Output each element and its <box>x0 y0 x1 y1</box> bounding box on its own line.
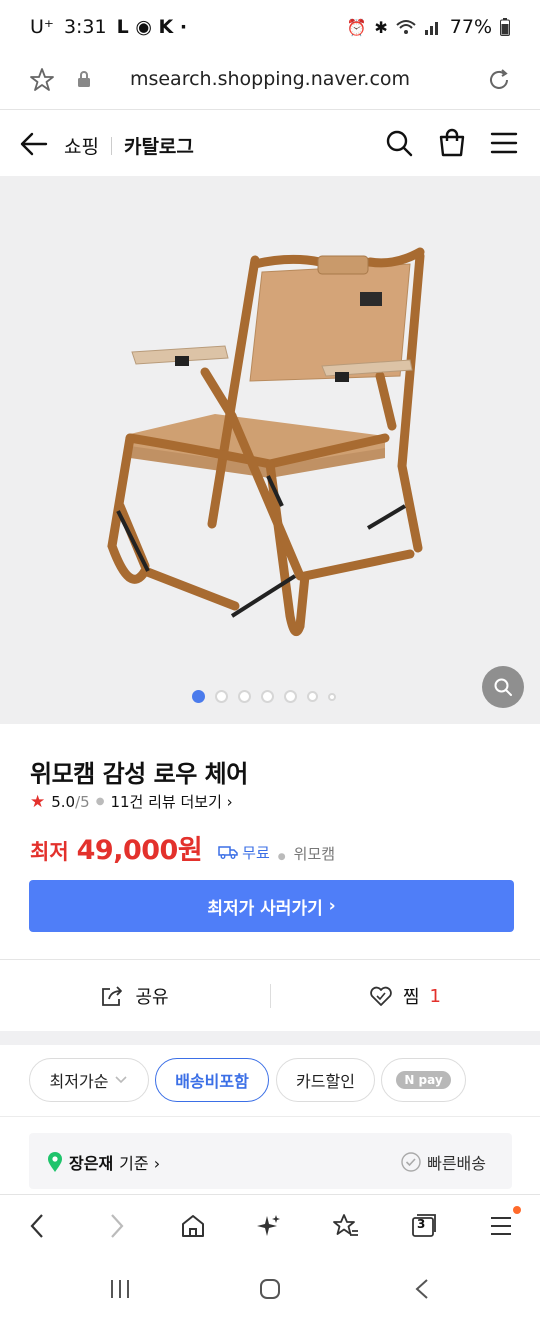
share-button[interactable]: 공유 <box>0 960 270 1032</box>
product-title: 위모캠 감성 로우 체어 <box>30 760 248 788</box>
tabs-count: 3 <box>417 1217 426 1231</box>
browser-url-bar: msearch.shopping.naver.com <box>0 56 540 110</box>
wish-button[interactable]: 찜 1 <box>270 960 540 1032</box>
location-suffix: 기준 › <box>119 1154 161 1173</box>
gallery-dot[interactable] <box>307 691 318 702</box>
shopping-link[interactable]: 쇼핑 <box>64 132 99 159</box>
tabs-button[interactable]: 3 <box>407 1209 441 1243</box>
product-image-chair <box>107 247 425 637</box>
heart-icon <box>370 986 392 1006</box>
ai-sparkle-button[interactable] <box>252 1209 286 1243</box>
share-icon <box>102 986 123 1006</box>
filter-card-discount[interactable]: 카드할인 <box>276 1058 375 1102</box>
mall-name[interactable]: 위모캠 <box>294 843 335 864</box>
system-home-icon[interactable] <box>259 1278 281 1300</box>
star-list-icon <box>333 1214 358 1236</box>
browser-bottom-nav: 3 <box>0 1194 540 1258</box>
reload-icon[interactable] <box>485 66 513 94</box>
chevron-left-icon <box>30 1214 43 1238</box>
browser-back-button[interactable] <box>20 1209 54 1243</box>
cart-bag-icon[interactable] <box>438 128 466 158</box>
search-icon[interactable] <box>385 129 413 157</box>
npay-badge: N pay <box>396 1071 451 1089</box>
truck-icon <box>218 846 238 859</box>
notification-dot <box>513 1206 521 1214</box>
bookmarks-button[interactable] <box>329 1209 363 1243</box>
system-back-icon[interactable] <box>413 1278 431 1300</box>
gallery-pagination <box>0 690 540 703</box>
section-divider <box>0 1031 540 1045</box>
browser-menu-button[interactable] <box>484 1206 521 1243</box>
battery-icon <box>500 18 510 36</box>
breadcrumb-divider <box>110 136 112 155</box>
gallery-dot[interactable] <box>215 690 228 703</box>
rating-score: 5.0/5 <box>51 792 90 811</box>
filter-lowest-price[interactable]: 최저가순 <box>29 1058 149 1102</box>
menu-icon <box>491 1217 511 1235</box>
alarm-icon: ⏰ <box>346 17 367 37</box>
home-button[interactable] <box>176 1209 210 1243</box>
rating-row: ★ 5.0/5 ● 11건 리뷰 더보기 › <box>30 791 233 812</box>
browser-forward-button[interactable] <box>100 1209 134 1243</box>
system-nav-bar <box>0 1258 540 1320</box>
menu-icon[interactable] <box>490 132 518 154</box>
delivery-location-box[interactable]: 장은재 기준 › 빠른배송 <box>29 1133 512 1189</box>
bluetooth-icon: ✱ <box>374 17 388 37</box>
chevron-down-icon <box>115 1076 128 1084</box>
back-arrow-icon[interactable] <box>20 131 48 157</box>
chevron-right-icon <box>111 1214 124 1238</box>
check-circle-icon <box>401 1152 421 1172</box>
location-pin-icon <box>48 1152 62 1172</box>
gallery-dot[interactable] <box>192 690 205 703</box>
page-header: 쇼핑 카탈로그 <box>0 110 540 176</box>
wifi-icon <box>396 20 416 34</box>
price-label: 최저 <box>30 840 69 864</box>
gallery-dot[interactable] <box>261 690 274 703</box>
product-image-gallery[interactable] <box>0 176 540 724</box>
action-bar: 공유 찜 1 <box>0 959 540 1031</box>
catalog-title: 카탈로그 <box>123 136 194 158</box>
clock: 3:31 <box>63 16 107 38</box>
filter-bar: 최저가순 배송비포함 카드할인 N pay <box>0 1045 540 1117</box>
price-value: 49,000원 <box>76 835 203 866</box>
breadcrumb: 쇼핑 카탈로그 <box>64 132 194 159</box>
filter-npay[interactable]: N pay <box>381 1058 466 1102</box>
magnifier-icon <box>494 678 512 696</box>
dot-separator: ● <box>95 796 105 807</box>
shipping-info: 무료 <box>218 842 270 863</box>
home-icon <box>182 1215 204 1237</box>
star-icon: ★ <box>30 791 46 812</box>
url-text[interactable]: msearch.shopping.naver.com <box>0 68 540 90</box>
gallery-dot[interactable] <box>284 690 297 703</box>
filter-include-shipping[interactable]: 배송비포함 <box>155 1058 269 1102</box>
notification-icons: L ◉ K · <box>116 16 188 38</box>
fast-delivery-toggle[interactable]: 빠른배송 <box>401 1150 486 1174</box>
gallery-dot[interactable] <box>328 692 336 701</box>
price-row: 최저 49,000원 무료 ● 위모캠 <box>30 828 335 867</box>
recent-apps-icon[interactable] <box>109 1278 131 1300</box>
gallery-dot[interactable] <box>238 690 251 703</box>
location-name: 장은재 <box>69 1154 114 1173</box>
buy-lowest-price-button[interactable]: 최저가 사러가기 › <box>29 880 514 932</box>
sparkle-icon <box>257 1215 280 1236</box>
zoom-button[interactable] <box>482 666 524 708</box>
review-link[interactable]: 11건 리뷰 더보기 › <box>110 791 232 812</box>
dot-separator: ● <box>277 852 286 862</box>
wish-count: 1 <box>429 985 441 1007</box>
carrier-label: U⁺ <box>30 16 54 38</box>
status-bar: U⁺ 3:31 L ◉ K · ⏰ ✱ 77% <box>0 0 540 56</box>
signal-icon <box>424 22 438 35</box>
battery-percent: 77% <box>449 16 492 38</box>
